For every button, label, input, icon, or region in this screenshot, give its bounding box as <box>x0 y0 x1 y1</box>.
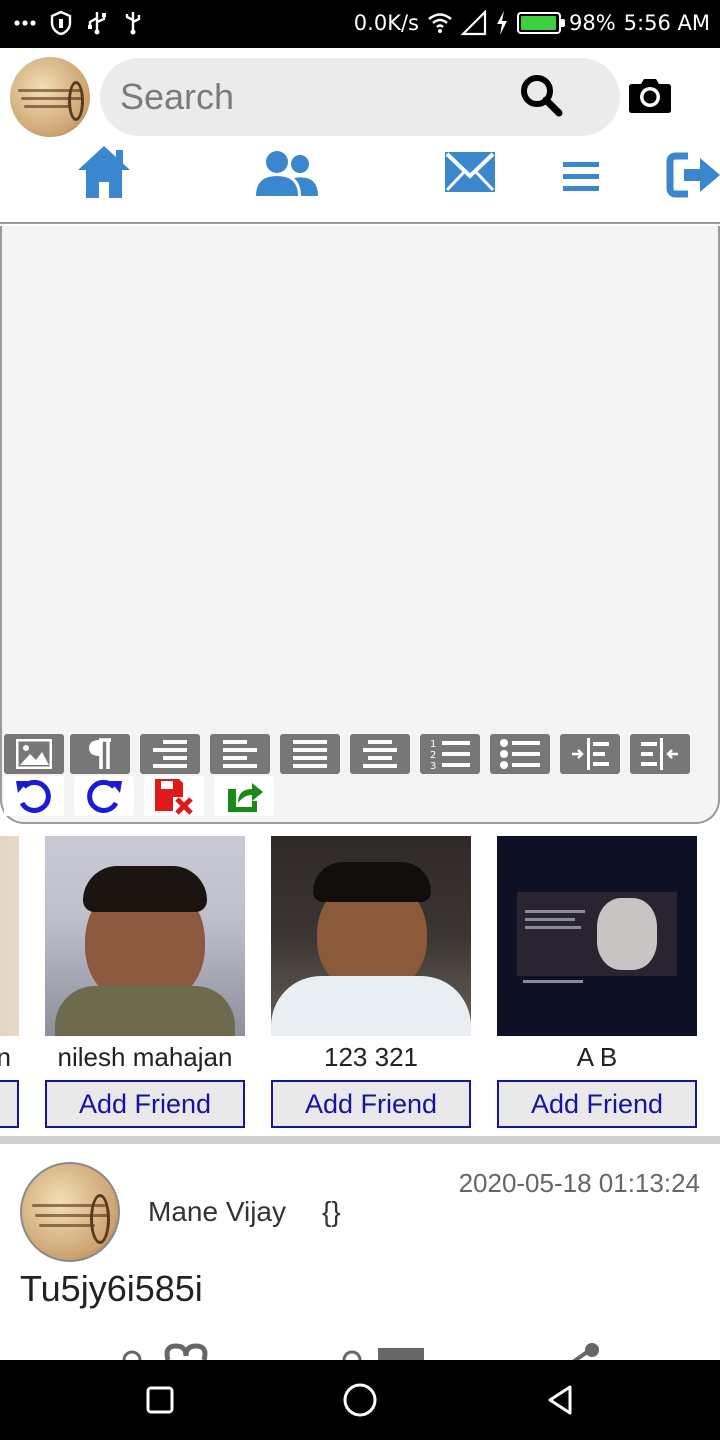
ordered-list-icon[interactable]: 123 <box>420 734 480 774</box>
outdent-icon[interactable] <box>630 734 690 774</box>
post-meta: {} <box>322 1196 341 1227</box>
svg-text:1: 1 <box>430 739 436 750</box>
post-author-name[interactable]: Mane Vijay <box>148 1196 286 1228</box>
battery-icon <box>516 12 565 34</box>
align-left-icon[interactable] <box>210 734 270 774</box>
search-input[interactable] <box>120 72 520 122</box>
add-friend-button[interactable]: Add Friend <box>45 1080 245 1128</box>
profile-photo[interactable] <box>45 836 245 1036</box>
section-divider <box>0 1136 720 1144</box>
system-nav-bar <box>0 1360 720 1440</box>
share-post-icon[interactable] <box>560 1340 610 1360</box>
justify-icon[interactable] <box>280 734 340 774</box>
suggestion-card: A B Add Friend <box>497 836 697 1128</box>
post-editor: 123 <box>0 226 720 824</box>
camera-icon[interactable] <box>628 76 672 114</box>
paragraph-icon[interactable] <box>70 734 130 774</box>
logout-icon[interactable] <box>666 142 720 204</box>
status-bar: 0.0K/s 98% 5:56 AM <box>0 0 720 48</box>
shield-icon <box>50 10 72 36</box>
home-icon[interactable] <box>76 142 132 204</box>
usb-icon <box>125 12 141 35</box>
main-nav <box>0 138 720 224</box>
discard-icon[interactable] <box>144 776 204 816</box>
home-button-icon[interactable] <box>342 1382 378 1418</box>
indent-icon[interactable] <box>560 734 620 774</box>
usb-icon <box>88 12 106 35</box>
post-timestamp: 2020-05-18 01:13:24 <box>458 1168 700 1198</box>
share-icon[interactable] <box>214 776 274 816</box>
suggestion-card: n <box>0 836 19 1128</box>
profile-avatar[interactable] <box>10 57 90 137</box>
back-icon[interactable] <box>544 1384 576 1416</box>
wifi-icon <box>428 13 452 33</box>
suggestion-card: 123 321 Add Friend <box>271 836 471 1128</box>
battery-percent: 98% <box>568 11 616 35</box>
suggestion-card: nilesh mahajan Add Friend <box>45 836 245 1128</box>
signal-icon <box>460 10 487 36</box>
clock: 5:56 AM <box>623 11 710 35</box>
post-author-avatar[interactable] <box>20 1162 120 1262</box>
network-speed: 0.0K/s <box>353 11 419 35</box>
post-text: Tu5jy6i585i <box>20 1268 203 1309</box>
more-icon <box>14 20 36 26</box>
friend-suggestions: n nilesh mahajan Add Friend 123 321 Add … <box>0 826 720 1138</box>
svg-text:2: 2 <box>430 750 436 761</box>
messages-icon[interactable] <box>444 142 496 204</box>
unordered-list-icon[interactable] <box>490 734 550 774</box>
svg-text:3: 3 <box>430 761 436 771</box>
undo-icon[interactable] <box>4 776 64 816</box>
post-actions <box>0 1340 720 1360</box>
add-friend-button[interactable] <box>0 1080 19 1128</box>
recents-icon[interactable] <box>146 1386 174 1414</box>
suggestion-name: nilesh mahajan <box>57 1042 233 1072</box>
redo-icon[interactable] <box>74 776 134 816</box>
menu-icon[interactable] <box>562 142 600 204</box>
charging-icon <box>496 11 507 35</box>
suggestion-name: 123 321 <box>324 1042 418 1072</box>
like-icon[interactable] <box>120 1342 220 1360</box>
search-icon[interactable] <box>518 72 564 118</box>
align-right-icon[interactable] <box>140 734 200 774</box>
suggestion-name: A B <box>576 1042 618 1072</box>
profile-photo[interactable] <box>271 836 471 1036</box>
profile-photo[interactable] <box>497 836 697 1036</box>
add-friend-button[interactable]: Add Friend <box>271 1080 471 1128</box>
post-card: 2020-05-18 01:13:24 Mane Vijay {} Tu5jy6… <box>0 1144 720 1360</box>
add-friend-button[interactable]: Add Friend <box>497 1080 697 1128</box>
comment-icon[interactable] <box>340 1342 430 1360</box>
align-center-icon[interactable] <box>350 734 410 774</box>
friends-icon[interactable] <box>254 142 320 204</box>
image-icon[interactable] <box>4 734 64 774</box>
suggestion-name: n <box>0 1042 11 1072</box>
editor-text-area[interactable] <box>2 226 718 720</box>
profile-photo[interactable] <box>0 836 19 1036</box>
